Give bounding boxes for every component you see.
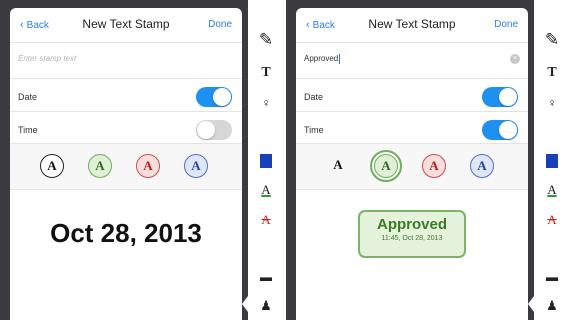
- date-label: Date: [18, 92, 38, 102]
- strikeout-icon[interactable]: A: [248, 212, 284, 228]
- underline-icon[interactable]: A: [534, 182, 570, 198]
- pen-icon[interactable]: ✎: [248, 30, 284, 50]
- toggle-knob: [213, 88, 231, 106]
- done-button[interactable]: Done: [208, 19, 232, 30]
- date-toggle[interactable]: [482, 87, 518, 107]
- pen-icon[interactable]: ✎: [534, 30, 570, 50]
- toggle-knob: [499, 88, 517, 106]
- divider: [10, 189, 242, 190]
- time-label: Time: [18, 125, 38, 135]
- toggle-knob: [197, 121, 215, 139]
- comment-icon[interactable]: ▬: [248, 270, 284, 284]
- stamp-icon[interactable]: ♟: [248, 298, 284, 314]
- time-toggle[interactable]: [482, 120, 518, 140]
- divider: [296, 78, 528, 79]
- text-icon[interactable]: T: [534, 65, 570, 81]
- divider: [10, 78, 242, 79]
- strikeout-icon[interactable]: A: [534, 212, 570, 228]
- time-toggle[interactable]: [196, 120, 232, 140]
- highlight-icon[interactable]: [534, 154, 570, 173]
- stamp-preview: Oct 28, 2013: [50, 218, 202, 248]
- stamp-text-input[interactable]: Approved: [304, 54, 341, 64]
- stamp-icon[interactable]: ♟: [534, 298, 570, 314]
- text-caret: [339, 54, 341, 64]
- divider: [296, 111, 528, 112]
- text-icon[interactable]: T: [248, 65, 284, 81]
- stamp-style-picker: A A A A: [296, 144, 528, 189]
- underline-icon[interactable]: A: [248, 182, 284, 198]
- new-text-stamp-popover: ‹ Back New Text Stamp Done Enter stamp te…: [10, 8, 242, 320]
- date-toggle[interactable]: [196, 87, 232, 107]
- style-black-button[interactable]: A: [40, 154, 64, 178]
- highlight-icon[interactable]: [248, 154, 284, 173]
- panel-right: ‹ Back New Text Stamp Done Approved × Dat…: [286, 0, 570, 320]
- stamp-text-value: Approved: [304, 54, 339, 64]
- popover-arrow: [528, 296, 534, 312]
- stamp-preview-timestamp: 11:45, Oct 28, 2013: [381, 235, 443, 242]
- comment-icon[interactable]: ▬: [534, 270, 570, 284]
- panel-left: ‹ Back New Text Stamp Done Enter stamp te…: [0, 0, 284, 320]
- style-blue-button[interactable]: A: [184, 154, 208, 178]
- divider: [10, 111, 242, 112]
- stamp-preview-text: Approved: [376, 216, 447, 233]
- stamp-text-input[interactable]: Enter stamp text: [18, 54, 76, 63]
- stamp-preview: Approved 11:45, Oct 28, 2013: [358, 210, 466, 258]
- note-icon[interactable]: ♀: [248, 96, 284, 110]
- date-label: Date: [304, 92, 324, 102]
- style-red-button[interactable]: A: [422, 154, 446, 178]
- style-black-button[interactable]: A: [326, 154, 350, 178]
- time-label: Time: [304, 125, 324, 135]
- style-red-button[interactable]: A: [136, 154, 160, 178]
- divider: [296, 189, 528, 190]
- style-green-button[interactable]: A: [374, 154, 398, 178]
- divider: [296, 42, 528, 43]
- toggle-knob: [499, 121, 517, 139]
- divider: [10, 42, 242, 43]
- clear-icon[interactable]: ×: [510, 54, 520, 64]
- style-blue-button[interactable]: A: [470, 154, 494, 178]
- done-button[interactable]: Done: [494, 19, 518, 30]
- note-icon[interactable]: ♀: [534, 96, 570, 110]
- stamp-style-picker: A A A A: [10, 144, 242, 189]
- annotation-toolbar: ✎ T ♀ A A ▬ ♟: [534, 0, 570, 320]
- highlight-swatch: [260, 154, 272, 168]
- navigation-bar: ‹ Back New Text Stamp Done: [296, 8, 528, 42]
- annotation-toolbar: ✎ T ♀ A A ▬ ♟: [248, 0, 284, 320]
- popover-arrow: [242, 296, 248, 312]
- new-text-stamp-popover: ‹ Back New Text Stamp Done Approved × Dat…: [296, 8, 528, 320]
- style-green-button[interactable]: A: [88, 154, 112, 178]
- navigation-bar: ‹ Back New Text Stamp Done: [10, 8, 242, 42]
- highlight-swatch: [546, 154, 558, 168]
